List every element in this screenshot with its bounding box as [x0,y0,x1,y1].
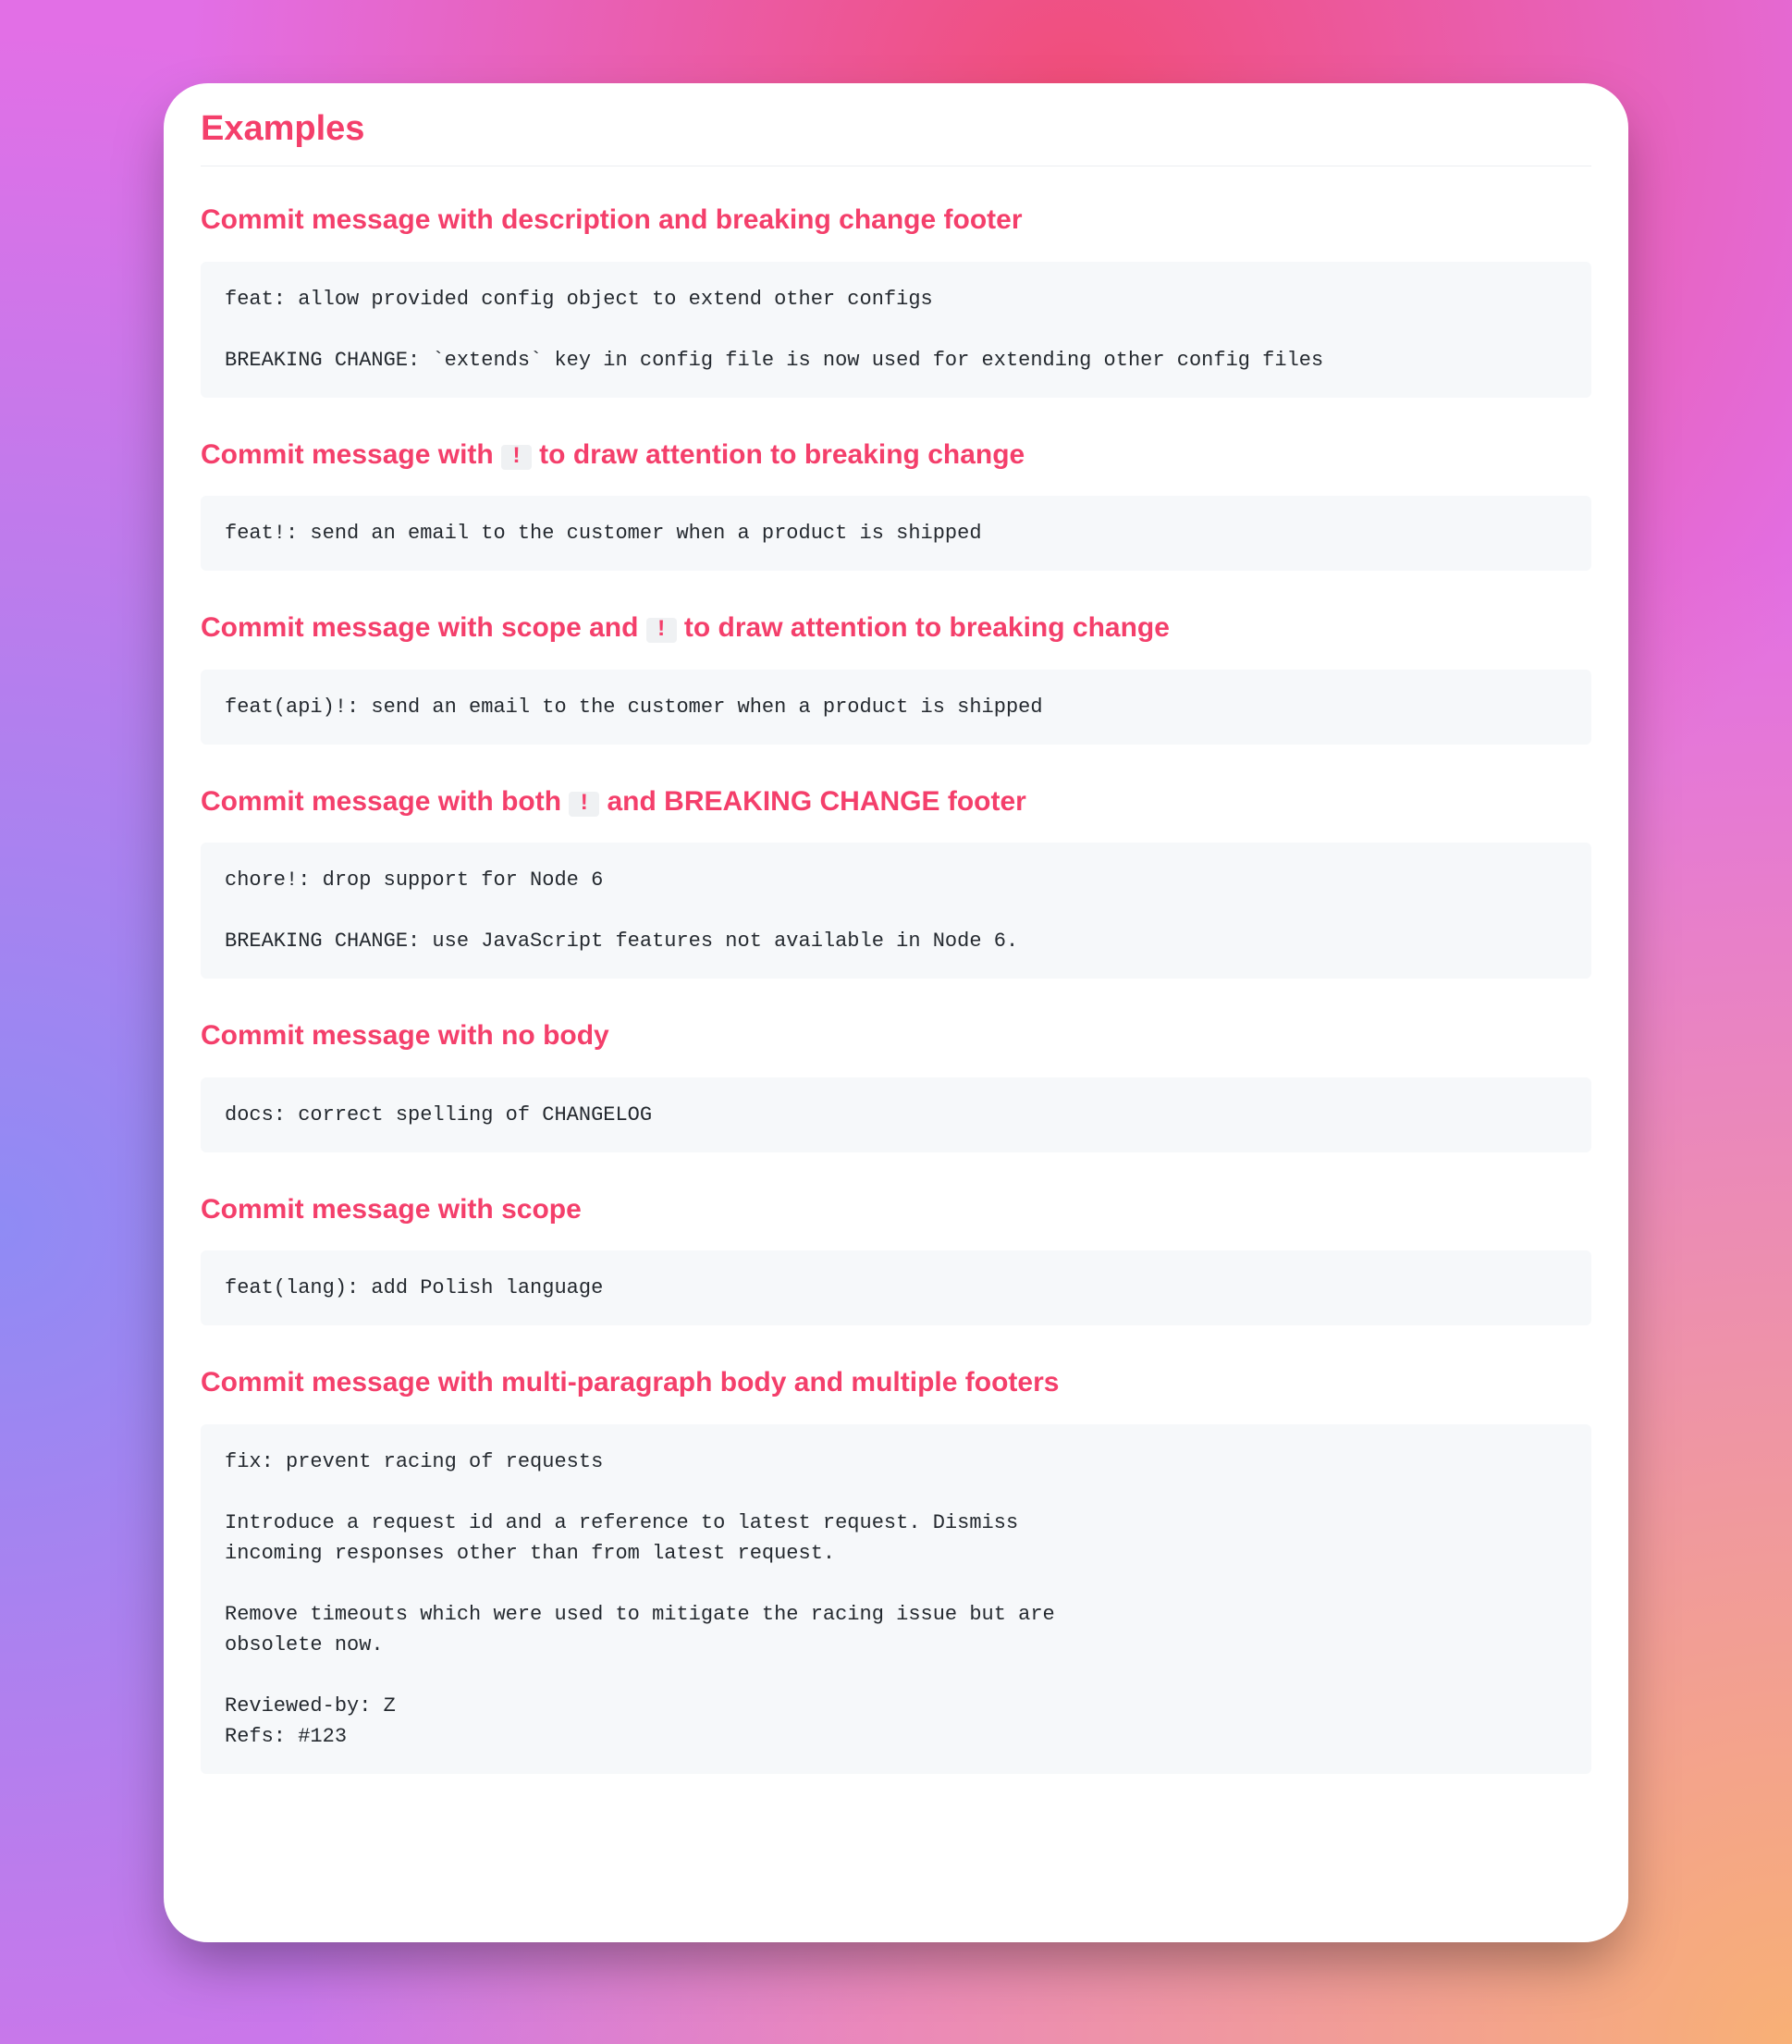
example-heading: Commit message with both ! and BREAKING … [201,783,1591,821]
example-heading: Commit message with scope and ! to draw … [201,610,1591,647]
heading-text-after: to draw attention to breaking change [532,439,1025,470]
bang-icon: ! [501,445,532,470]
example-section: Commit message with no body docs: correc… [201,1017,1591,1152]
heading-text: Commit message with no body [201,1020,609,1051]
heading-text-before: Commit message with both [201,786,569,817]
code-block[interactable]: docs: correct spelling of CHANGELOG [201,1077,1591,1152]
heading-text-before: Commit message with scope and [201,612,646,643]
heading-text-after: and BREAKING CHANGE footer [599,786,1026,817]
code-block[interactable]: feat!: send an email to the customer whe… [201,496,1591,571]
code-block[interactable]: feat(api)!: send an email to the custome… [201,670,1591,745]
bang-icon: ! [569,792,599,817]
code-block[interactable]: chore!: drop support for Node 6 BREAKING… [201,843,1591,979]
example-heading: Commit message with multi-paragraph body… [201,1364,1591,1402]
code-block[interactable]: feat(lang): add Polish language [201,1250,1591,1325]
example-section: Commit message with ! to draw attention … [201,437,1591,572]
example-heading: Commit message with ! to draw attention … [201,437,1591,474]
example-section: Commit message with both ! and BREAKING … [201,783,1591,979]
example-section: Commit message with scope and ! to draw … [201,610,1591,745]
heading-text: Commit message with description and brea… [201,204,1023,235]
code-block[interactable]: fix: prevent racing of requests Introduc… [201,1424,1591,1774]
example-heading: Commit message with scope [201,1191,1591,1229]
heading-text: Commit message with multi-paragraph body… [201,1367,1059,1398]
example-section: Commit message with multi-paragraph body… [201,1364,1591,1774]
bang-icon: ! [646,618,677,643]
heading-text-before: Commit message with [201,439,501,470]
heading-text: Commit message with scope [201,1194,582,1225]
document-card: Examples Commit message with description… [164,83,1628,1942]
page-title: Examples [201,109,1591,166]
code-block[interactable]: feat: allow provided config object to ex… [201,262,1591,398]
example-section: Commit message with description and brea… [201,202,1591,398]
heading-text-after: to draw attention to breaking change [677,612,1170,643]
example-heading: Commit message with description and brea… [201,202,1591,240]
example-heading: Commit message with no body [201,1017,1591,1055]
example-section: Commit message with scope feat(lang): ad… [201,1191,1591,1326]
